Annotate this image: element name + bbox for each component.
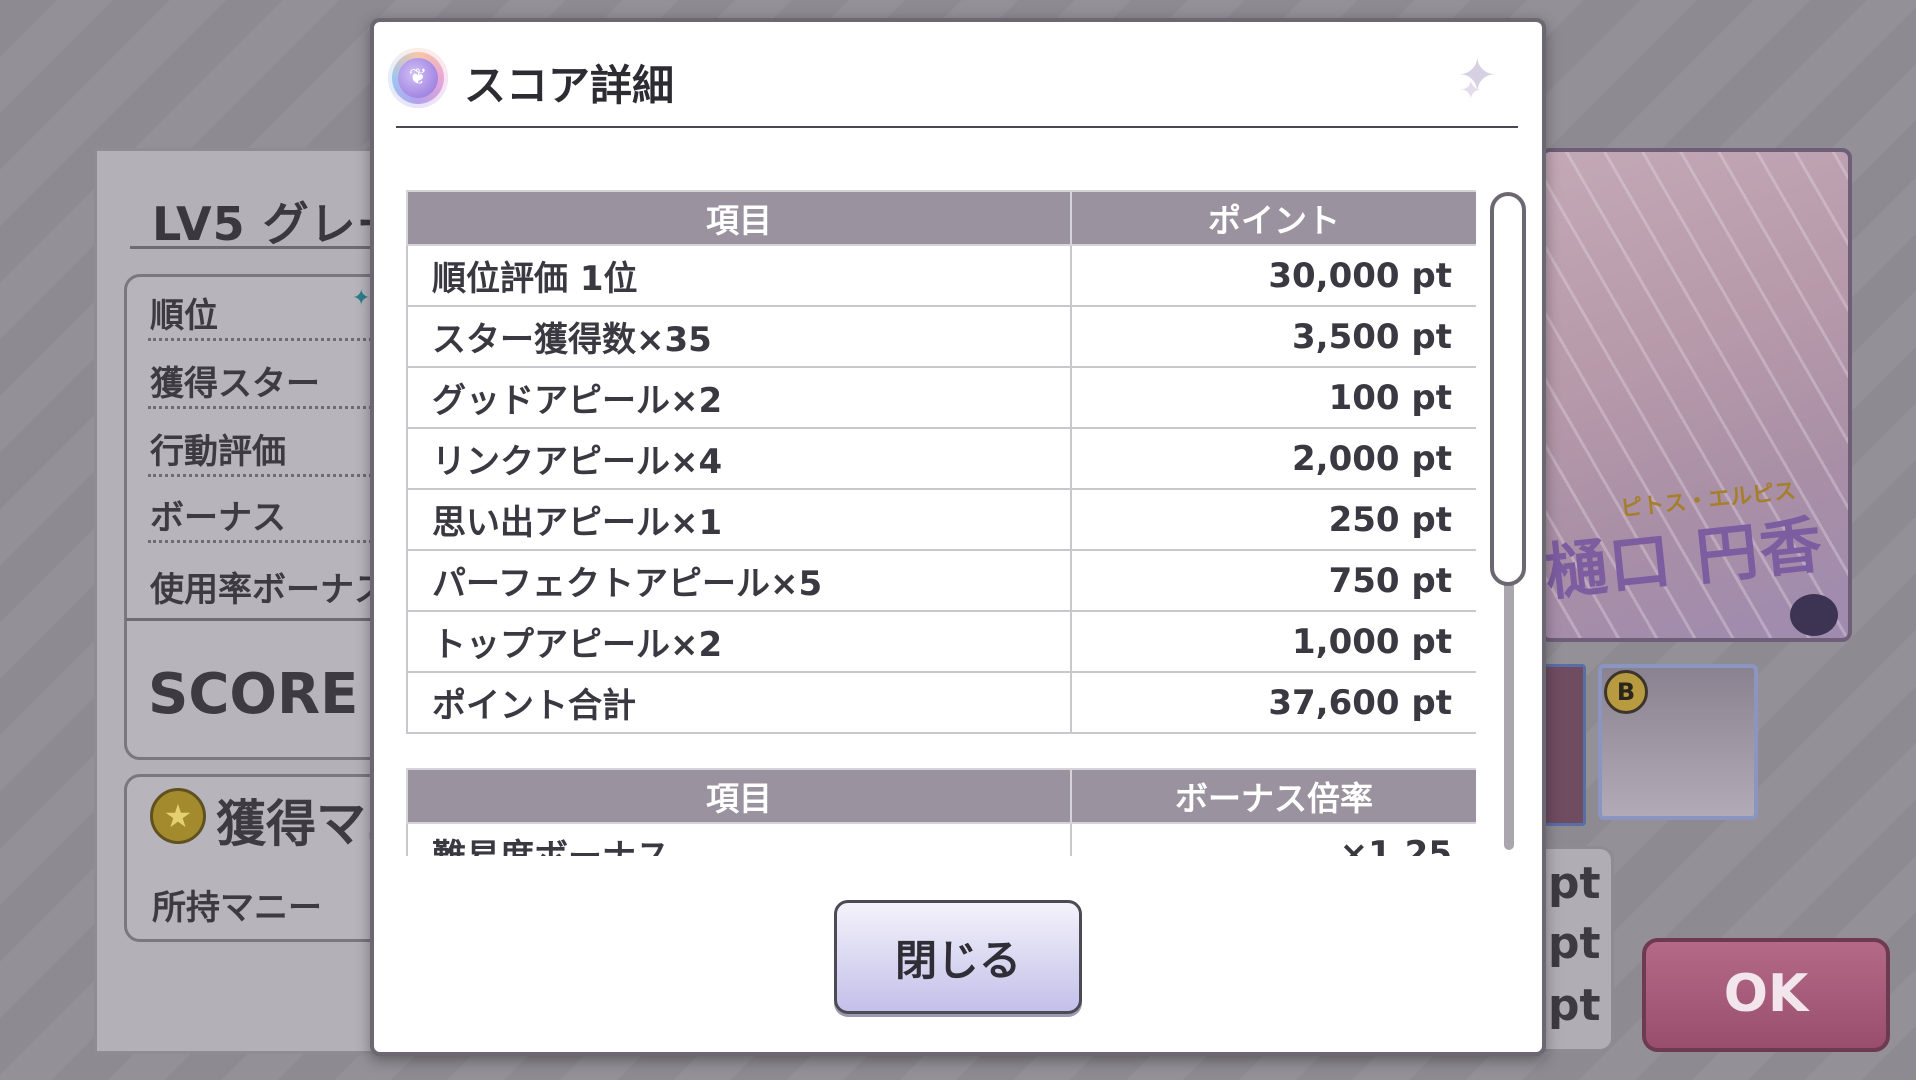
dotted-divider (148, 406, 378, 409)
row-value: ×1.25 (1070, 822, 1476, 856)
stage-title: LV5 グレー (152, 197, 404, 251)
row-value: 3,500 pt (1070, 305, 1476, 368)
sparkle-icon: ✦ (1460, 76, 1482, 106)
row-label: グッドアピール×2 (406, 366, 1072, 429)
column-header-item: 項目 (406, 190, 1072, 246)
wing-emblem-icon: ❦ (388, 48, 448, 108)
bonus-table: 項目 ボーナス倍率 難易度ボーナス ×1.25 (406, 768, 1476, 856)
stat-rank: 順位 (150, 296, 218, 336)
stat-bonus: ボーナス (150, 498, 286, 538)
row-value: 750 pt (1070, 549, 1476, 612)
column-header-item: 項目 (406, 768, 1072, 824)
stat-action: 行動評価 (150, 432, 286, 472)
dotted-divider (148, 540, 378, 543)
title-divider (130, 246, 390, 249)
dotted-divider (148, 474, 378, 477)
pt-unit: pt (1548, 858, 1601, 909)
row-value: 250 pt (1070, 488, 1476, 551)
dotted-divider (148, 338, 378, 341)
row-label: スター獲得数×35 (406, 305, 1072, 368)
title-divider (396, 126, 1518, 128)
points-table: 項目 ポイント 順位評価 1位 30,000 pt スター獲得数×35 3,50… (406, 190, 1476, 734)
row-label: 順位評価 1位 (406, 244, 1072, 307)
row-label: リンクアピール×4 (406, 427, 1072, 490)
score-label: SCORE (148, 662, 359, 727)
table-row: パーフェクトアピール×5 750 pt (406, 549, 1476, 612)
row-value: 2,000 pt (1070, 427, 1476, 490)
table-row: トップアピール×2 1,000 pt (406, 610, 1476, 673)
stat-usage-bonus: 使用率ボーナス (150, 570, 388, 610)
column-header-multiplier: ボーナス倍率 (1070, 768, 1476, 824)
score-divider (126, 618, 406, 621)
row-label: 思い出アピール×1 (406, 488, 1072, 551)
close-button[interactable]: 閉じる (834, 900, 1082, 1014)
row-label: トップアピール×2 (406, 610, 1072, 673)
row-label: パーフェクトアピール×5 (406, 549, 1072, 612)
column-header-points: ポイント (1070, 190, 1476, 246)
table-header-row: 項目 ボーナス倍率 (406, 768, 1476, 824)
stat-stars: 獲得スター (150, 364, 320, 404)
table-row: 順位評価 1位 30,000 pt (406, 244, 1476, 307)
table-row: スター獲得数×35 3,500 pt (406, 305, 1476, 368)
row-value: 1,000 pt (1070, 610, 1476, 673)
table-row: グッドアピール×2 100 pt (406, 366, 1476, 429)
rank-badge: B (1604, 670, 1648, 714)
sparkle-icon: ✦ (352, 286, 371, 311)
dialog-title: スコア詳細 (464, 61, 675, 110)
scrollbar-thumb[interactable] (1490, 192, 1526, 586)
score-table-scroll-area[interactable]: 項目 ポイント 順位評価 1位 30,000 pt スター獲得数×35 3,50… (406, 190, 1476, 856)
pt-unit: pt (1548, 918, 1601, 969)
star-coin-icon: ★ (150, 788, 206, 844)
support-thumbnail (1540, 664, 1586, 826)
money-label: 所持マニー (152, 888, 322, 928)
row-value: 37,600 pt (1070, 671, 1476, 734)
ok-button[interactable]: OK (1642, 938, 1890, 1052)
wing-emblem-icon (1790, 594, 1838, 636)
table-row: 思い出アピール×1 250 pt (406, 488, 1476, 551)
pt-unit: pt (1548, 980, 1601, 1031)
row-value: 30,000 pt (1070, 244, 1476, 307)
row-label: ポイント合計 (406, 671, 1072, 734)
table-row: リンクアピール×4 2,000 pt (406, 427, 1476, 490)
row-label: 難易度ボーナス (406, 822, 1072, 856)
table-header-row: 項目 ポイント (406, 190, 1476, 246)
table-row: 難易度ボーナス ×1.25 (406, 822, 1476, 856)
table-row-total: ポイント合計 37,600 pt (406, 671, 1476, 734)
row-value: 100 pt (1070, 366, 1476, 429)
